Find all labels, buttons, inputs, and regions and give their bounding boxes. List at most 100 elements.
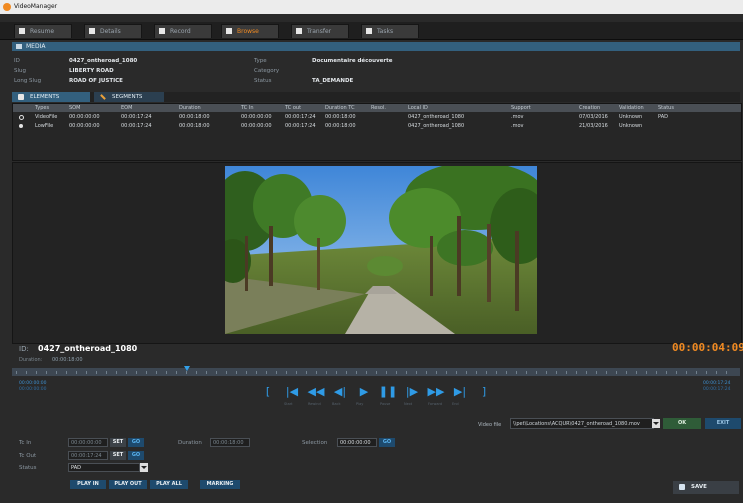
col-header[interactable]: Creation — [579, 105, 600, 111]
ok-button[interactable]: OK — [663, 418, 701, 429]
title-bar: VideoManager — [0, 0, 743, 14]
col-header[interactable]: Validation — [619, 105, 644, 111]
timeline-end-tc: 00:00:17:24 — [703, 381, 731, 386]
tc-out-field[interactable]: 00:00:17:24 — [68, 451, 108, 460]
cell: PAD — [658, 114, 668, 120]
timeline-tick — [46, 371, 47, 374]
tab-icon — [226, 28, 232, 34]
col-header[interactable]: Duration — [179, 105, 201, 111]
video-file-dropdown[interactable] — [652, 419, 660, 428]
table-row[interactable]: LowFile 00:00:00:00 00:00:17:24 00:00:18… — [13, 122, 741, 130]
fast-forward-icon[interactable]: ▶▶ — [426, 386, 446, 398]
duration-label: Duration: — [19, 357, 43, 363]
col-header[interactable]: EOM — [121, 105, 132, 111]
col-header[interactable]: SOM — [69, 105, 80, 111]
play-out-button[interactable]: PLAY OUT — [109, 480, 147, 489]
tab-tasks[interactable]: Tasks — [361, 24, 419, 38]
col-header[interactable]: Duration TC — [325, 105, 355, 111]
timeline-tick — [636, 371, 637, 374]
timeline-tick — [426, 371, 427, 374]
table-row[interactable]: VideoFile 00:00:00:00 00:00:17:24 00:00:… — [13, 113, 741, 121]
id-value: 0427_ontheroad_1080 — [69, 58, 138, 64]
selection-field[interactable]: 00:00:00:00 — [337, 438, 377, 447]
marking-button[interactable]: MARKING — [200, 480, 240, 489]
timeline-tick — [116, 371, 117, 374]
skip-end-icon[interactable]: ▶| — [450, 386, 470, 398]
go-tc-out-button[interactable]: GO — [128, 451, 144, 460]
mark-out-bracket-icon[interactable]: ] — [474, 386, 494, 398]
timeline-tick — [36, 371, 37, 374]
tc-in-field[interactable]: 00:00:00:00 — [68, 438, 108, 447]
cell: 00:00:17:24 — [121, 114, 152, 120]
video-file-path[interactable]: \\pet\Locations\ACQUR\0427_ontheroad_108… — [510, 418, 654, 429]
sel-duration-field[interactable]: 00:00:18:00 — [210, 438, 250, 447]
rewind-icon[interactable]: ◀◀ — [306, 386, 326, 398]
tab-elements[interactable]: ELEMENTS — [12, 92, 90, 102]
go-selection-button[interactable]: GO — [379, 438, 395, 447]
tab-details[interactable]: Details — [84, 24, 142, 38]
exit-button[interactable]: EXIT — [705, 418, 741, 429]
col-header[interactable]: TC In — [241, 105, 254, 111]
tc-in-label: Tc In — [19, 440, 32, 446]
timeline-tick — [686, 371, 687, 374]
timeline-tick — [66, 371, 67, 374]
set-tc-out-button[interactable]: SET — [110, 451, 126, 460]
play-all-button[interactable]: PLAY ALL — [150, 480, 188, 489]
media-section-header[interactable]: MEDIA — [12, 42, 740, 51]
timeline-tick — [366, 371, 367, 374]
timeline-tick — [76, 371, 77, 374]
status-dropdown[interactable] — [140, 463, 148, 472]
play-icon[interactable]: ▶ — [354, 386, 374, 398]
timeline-tick — [596, 371, 597, 374]
row-radio[interactable] — [19, 115, 24, 120]
row-radio[interactable] — [19, 124, 23, 128]
playhead-marker[interactable] — [183, 366, 190, 371]
tab-transfer[interactable]: Transfer — [291, 24, 349, 38]
video-preview[interactable] — [225, 166, 537, 334]
skip-start-icon[interactable]: |◀ — [282, 386, 302, 398]
duration-value: 00:00:18:00 — [52, 357, 83, 363]
chevron-down-icon — [141, 466, 147, 469]
timeline-tick — [326, 371, 327, 374]
timeline-tick — [356, 371, 357, 374]
tab-record[interactable]: Record — [154, 24, 212, 38]
timeline-tick — [496, 371, 497, 374]
slug-label: Slug — [14, 68, 26, 74]
play-in-button[interactable]: PLAY IN — [70, 480, 106, 489]
tab-resume[interactable]: Resume — [14, 24, 72, 38]
col-header[interactable]: Local ID — [408, 105, 428, 111]
col-header[interactable]: Resol. — [371, 105, 386, 111]
cell: 00:00:18:00 — [179, 114, 210, 120]
timeline-tick — [456, 371, 457, 374]
chevron-down-icon — [653, 422, 659, 425]
col-header[interactable]: TC out — [285, 105, 301, 111]
timeline-tick — [716, 371, 717, 374]
timeline-end-tc-2: 00:00:17:24 — [703, 387, 731, 392]
long-slug-label: Long Slug — [14, 78, 42, 84]
step-back-icon[interactable]: ◀| — [330, 386, 350, 398]
timeline-tick — [576, 371, 577, 374]
mark-in-bracket-icon[interactable]: [ — [258, 386, 278, 398]
status-select[interactable]: PAD — [68, 463, 140, 472]
timeline-tick — [16, 371, 17, 374]
timeline-tick — [486, 371, 487, 374]
go-tc-in-button[interactable]: GO — [128, 438, 144, 447]
tab-icon — [296, 28, 302, 34]
id-label: ID — [14, 58, 20, 64]
transport-label: Back — [332, 402, 341, 406]
elements-icon — [18, 94, 24, 100]
set-tc-in-button[interactable]: SET — [110, 438, 126, 447]
col-header[interactable]: Status — [658, 105, 674, 111]
cell: VideoFile — [35, 114, 58, 120]
pause-icon[interactable]: ❚❚ — [378, 386, 398, 398]
table-header: Types SOM EOM Duration TC In TC out Dura… — [13, 104, 741, 112]
tab-browse[interactable]: Browse — [221, 24, 279, 38]
timeline-bar[interactable] — [12, 368, 740, 376]
save-button[interactable]: SAVE — [673, 481, 739, 494]
status-label: Status — [254, 78, 272, 84]
cell: 00:00:18:00 — [325, 123, 356, 129]
col-header[interactable]: Support — [511, 105, 531, 111]
col-header[interactable]: Types — [35, 105, 49, 111]
step-forward-icon[interactable]: |▶ — [402, 386, 422, 398]
tab-segments[interactable]: SEGMENTS — [94, 92, 164, 102]
